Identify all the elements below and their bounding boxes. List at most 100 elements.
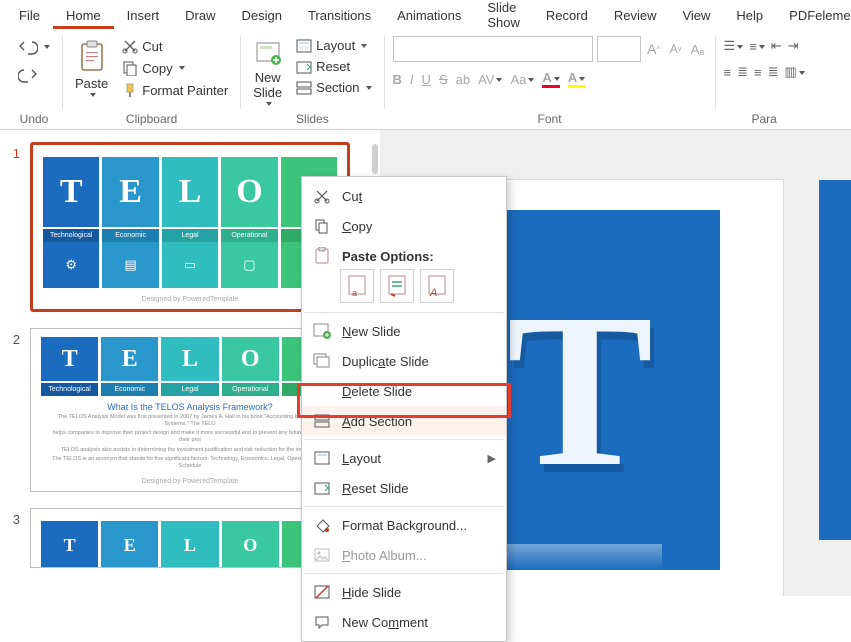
telos-label-o: Operational [221,229,277,242]
menu-design[interactable]: Design [229,2,295,29]
ribbon-group-paragraph: ☰ ≡ ⇤ ⇥ ≡ ≣ ≡ ≣ ▥ Para [716,34,813,129]
svg-text:A: A [429,287,437,298]
bullets-icon[interactable]: ☰ [724,38,744,54]
redo-button[interactable] [14,64,54,86]
ctx-new-comment[interactable]: New Comment [302,607,506,637]
shadow-icon[interactable]: ab [456,72,470,87]
increase-font-icon[interactable]: A^ [645,40,663,58]
paste-button[interactable]: Paste [71,36,112,97]
ribbon-label-paragraph: Para [752,112,777,126]
ctx-format-bg[interactable]: Format Background... [302,510,506,540]
ctx-cut[interactable]: Cut [302,181,506,211]
numbering-icon[interactable]: ≡ [749,39,765,54]
clear-format-icon[interactable]: Aₐ [689,40,707,58]
menu-home[interactable]: Home [53,2,114,29]
slide2-text-2: helps companies to improve their project… [49,430,331,444]
thumb-number-3: 3 [6,508,20,527]
ctx-hide-label: Hide Slide [342,585,401,600]
ribbon-label-clipboard: Clipboard [126,112,177,126]
telos-label-l: Legal [162,229,218,242]
menu-view[interactable]: View [669,2,723,29]
paste-label: Paste [75,76,108,91]
align-left-icon[interactable]: ≡ [724,65,732,80]
ctx-hide-slide[interactable]: Hide Slide [302,577,506,607]
align-center-icon[interactable]: ≣ [737,64,748,80]
underline-icon[interactable]: U [422,72,431,87]
thumb-footer-2: Designed by PoweredTemplate [41,478,339,485]
slide2-text-1: The TELOS Analysis Model was first prese… [49,414,331,428]
ribbon-label-font: Font [538,112,562,126]
char-spacing-icon[interactable]: AV [478,72,502,87]
highlight-icon[interactable]: A [568,70,585,88]
svg-text:a: a [352,288,357,298]
menu-animations[interactable]: Animations [384,2,474,29]
copy-button[interactable]: Copy [118,58,232,78]
menu-pdfelement[interactable]: PDFelement [776,2,851,29]
ctx-copy-label: Copy [342,219,372,234]
scissors-icon [312,187,332,205]
paste-opt-picture[interactable]: A [420,269,454,303]
ctx-copy[interactable]: Copy [302,211,506,241]
paintbrush-icon [122,82,138,98]
menu-slideshow[interactable]: Slide Show [474,0,533,36]
change-case-icon[interactable]: Aa [510,72,534,87]
cut-label: Cut [142,39,162,54]
font-size-select[interactable] [597,36,641,62]
indent-dec-icon[interactable]: ⇤ [771,38,782,54]
layout-button[interactable]: Layout [292,36,375,55]
reset-label: Reset [316,59,350,74]
menu-transitions[interactable]: Transitions [295,2,384,29]
paint-bucket-icon [312,516,332,534]
ctx-add-section[interactable]: Add Section [302,406,506,436]
section-label: Section [316,80,359,95]
paste-opt-keep-source[interactable] [380,269,414,303]
format-painter-button[interactable]: Format Painter [118,80,232,100]
justify-icon[interactable]: ≣ [768,64,779,80]
copy-label: Copy [142,61,172,76]
bold-icon[interactable]: B [393,72,402,87]
layout-icon [312,449,332,467]
ctx-paste-header: Paste Options: [302,241,506,265]
telos-t: T [43,157,99,227]
italic-icon[interactable]: I [410,72,414,87]
ctx-add-section-label: Add Section [342,414,412,429]
section-icon [296,81,312,95]
columns-icon[interactable]: ▥ [785,64,805,80]
format-painter-label: Format Painter [142,83,228,98]
new-slide-button[interactable]: New Slide [249,36,286,106]
comment-icon [312,613,332,631]
paste-opt-dest-theme[interactable]: a [340,269,374,303]
scissors-icon [122,38,138,54]
ctx-reset-slide[interactable]: Reset Slide [302,473,506,503]
section-button[interactable]: Section [292,78,375,97]
strikethrough-icon[interactable]: S [439,72,448,87]
ribbon-label-slides: Slides [296,112,329,126]
ribbon-label-undo: Undo [20,112,49,126]
new-slide-label: New Slide [253,70,282,100]
indent-inc-icon[interactable]: ⇥ [788,38,799,54]
menu-help[interactable]: Help [723,2,776,29]
ctx-new-slide[interactable]: New Slide [302,316,506,346]
menu-record[interactable]: Record [533,2,601,29]
undo-button[interactable] [14,36,54,58]
ctx-layout-label: Layout [342,451,381,466]
ctx-layout[interactable]: Layout ▶ [302,443,506,473]
copy-icon [122,60,138,76]
decrease-font-icon[interactable]: Av [667,40,685,58]
ctx-delete-slide[interactable]: Delete Slide [302,376,506,406]
reset-icon [296,60,312,74]
layout-icon [296,39,312,53]
cut-button[interactable]: Cut [118,36,232,56]
ribbon-group-clipboard: Paste Cut Copy Format Painter Clipboard [63,34,240,129]
reset-button[interactable]: Reset [292,57,375,76]
menu-draw[interactable]: Draw [172,2,228,29]
font-color-icon[interactable]: A [542,70,559,88]
big-letter-t: T [507,264,654,517]
align-right-icon[interactable]: ≡ [754,65,762,80]
font-family-select[interactable] [393,36,593,62]
menu-insert[interactable]: Insert [114,2,173,29]
ctx-duplicate-slide[interactable]: Duplicate Slide [302,346,506,376]
menu-file[interactable]: File [6,2,53,29]
menu-review[interactable]: Review [601,2,670,29]
scrollbar-thumb[interactable] [372,144,378,174]
